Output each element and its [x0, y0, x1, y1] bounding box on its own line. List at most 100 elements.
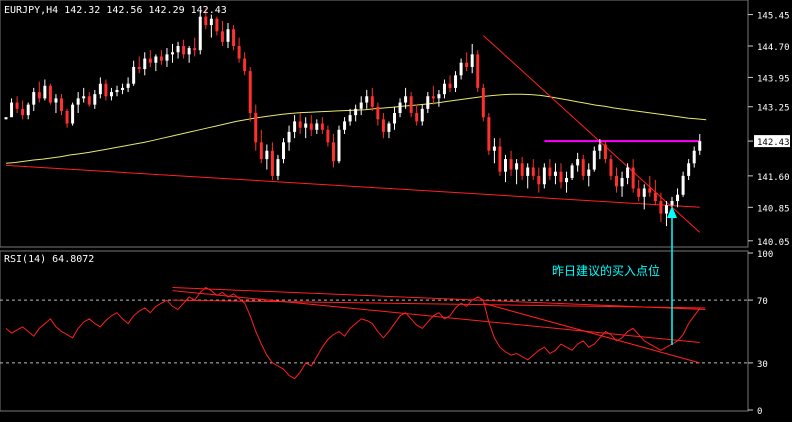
candle-body: [359, 102, 363, 109]
candle-body: [365, 96, 369, 103]
candle-body: [26, 104, 30, 116]
candle-body: [137, 66, 141, 70]
candle-body: [54, 98, 58, 103]
candle-body: [637, 188, 641, 197]
candle-body: [343, 121, 347, 130]
candle-body: [159, 56, 163, 61]
candle-body: [615, 175, 618, 187]
candle-body: [315, 123, 319, 130]
candle-body: [143, 58, 147, 70]
candle-body: [431, 96, 435, 99]
candle-body: [60, 98, 63, 111]
candle-body: [32, 92, 36, 105]
chart-window: 145.45 144.70 143.95 143.25 142.43 141.60 140.…: [0, 0, 792, 418]
candle-body: [487, 117, 491, 151]
candle-body: [442, 83, 446, 95]
price-axis-label: 141.60: [757, 173, 790, 183]
candle-body: [420, 108, 424, 122]
price-axis-label: 144.70: [757, 43, 790, 53]
candle-body: [509, 159, 513, 170]
candle-body: [498, 146, 502, 172]
candle-body: [376, 106, 380, 120]
candle-body: [687, 163, 691, 176]
candle-body: [609, 159, 613, 176]
candle-body: [337, 129, 341, 162]
candle-body: [21, 108, 25, 116]
candle-body: [104, 83, 108, 97]
candle-body: [587, 169, 591, 176]
candle-body: [209, 18, 213, 26]
candle-body: [393, 113, 396, 124]
price-axis-label: 143.95: [757, 74, 790, 84]
candle-body: [676, 194, 680, 202]
candle-body: [603, 144, 607, 160]
candle-body: [348, 115, 352, 122]
rsi-axis-label: 100: [757, 250, 773, 260]
candle-body: [254, 113, 258, 143]
candle-body: [648, 188, 652, 193]
candle-body: [692, 150, 696, 164]
candle-body: [659, 201, 663, 214]
candle-body: [48, 85, 52, 103]
candle-body: [282, 142, 285, 160]
candle-body: [304, 123, 308, 128]
price-chart-title: EURJPY,H4 142.32 142.56 142.29 142.43: [4, 5, 227, 16]
candle-body: [592, 150, 596, 170]
candle-body: [354, 108, 358, 116]
candle-body: [76, 98, 80, 105]
rsi-axis-label: 30: [757, 360, 768, 370]
rsi-axis-label: 70: [757, 297, 768, 307]
rsi-axis-label: 0: [757, 407, 762, 417]
price-panel: [0, 0, 749, 248]
buy-point-annotation: 昨日建议的买入点位: [552, 263, 660, 278]
last-price-label: 142.43: [757, 138, 790, 148]
candle-body: [448, 83, 452, 88]
candle-body: [598, 144, 602, 151]
candle-body: [4, 117, 8, 120]
candle-body: [43, 85, 47, 99]
candle-body: [398, 102, 402, 114]
candle-body: [370, 96, 374, 107]
candle-body: [576, 159, 580, 166]
candle-body: [65, 110, 69, 124]
candle-body: [504, 159, 507, 172]
candle-body: [237, 45, 241, 59]
candle-body: [265, 150, 269, 160]
candle-body: [404, 96, 408, 103]
candle-body: [559, 171, 563, 183]
candle-body: [248, 71, 252, 114]
candle-body: [570, 165, 574, 178]
price-axis-label: 140.05: [757, 238, 790, 248]
candle-body: [653, 192, 657, 202]
candle-body: [492, 146, 496, 151]
candle-body: [71, 104, 75, 124]
candle-body: [182, 45, 186, 55]
candle-body: [470, 54, 474, 67]
candle-body: [381, 119, 385, 132]
candle-body: [426, 96, 430, 109]
candle-body: [93, 94, 97, 105]
candle-body: [148, 58, 152, 63]
chart-canvas[interactable]: 145.45 144.70 143.95 143.25 142.43 141.60 140.…: [0, 0, 792, 418]
candle-body: [126, 83, 130, 88]
candle-body: [698, 141, 702, 151]
price-axis-label: 143.25: [757, 104, 790, 114]
candle-body: [115, 89, 119, 93]
candle-body: [664, 205, 668, 214]
candle-body: [121, 87, 125, 90]
candle-body: [293, 121, 297, 132]
candle-body: [98, 83, 102, 95]
candle-body: [109, 92, 113, 97]
candle-body: [626, 167, 630, 178]
candle-body: [548, 167, 552, 176]
candle-body: [87, 96, 91, 105]
candle-body: [309, 123, 313, 130]
candle-body: [232, 29, 236, 46]
candle-body: [204, 16, 208, 26]
candle-body: [415, 113, 419, 122]
candle-body: [520, 163, 524, 176]
candle-body: [565, 177, 569, 183]
candle-body: [226, 29, 230, 42]
candle-body: [10, 102, 14, 118]
candle-body: [165, 54, 169, 61]
